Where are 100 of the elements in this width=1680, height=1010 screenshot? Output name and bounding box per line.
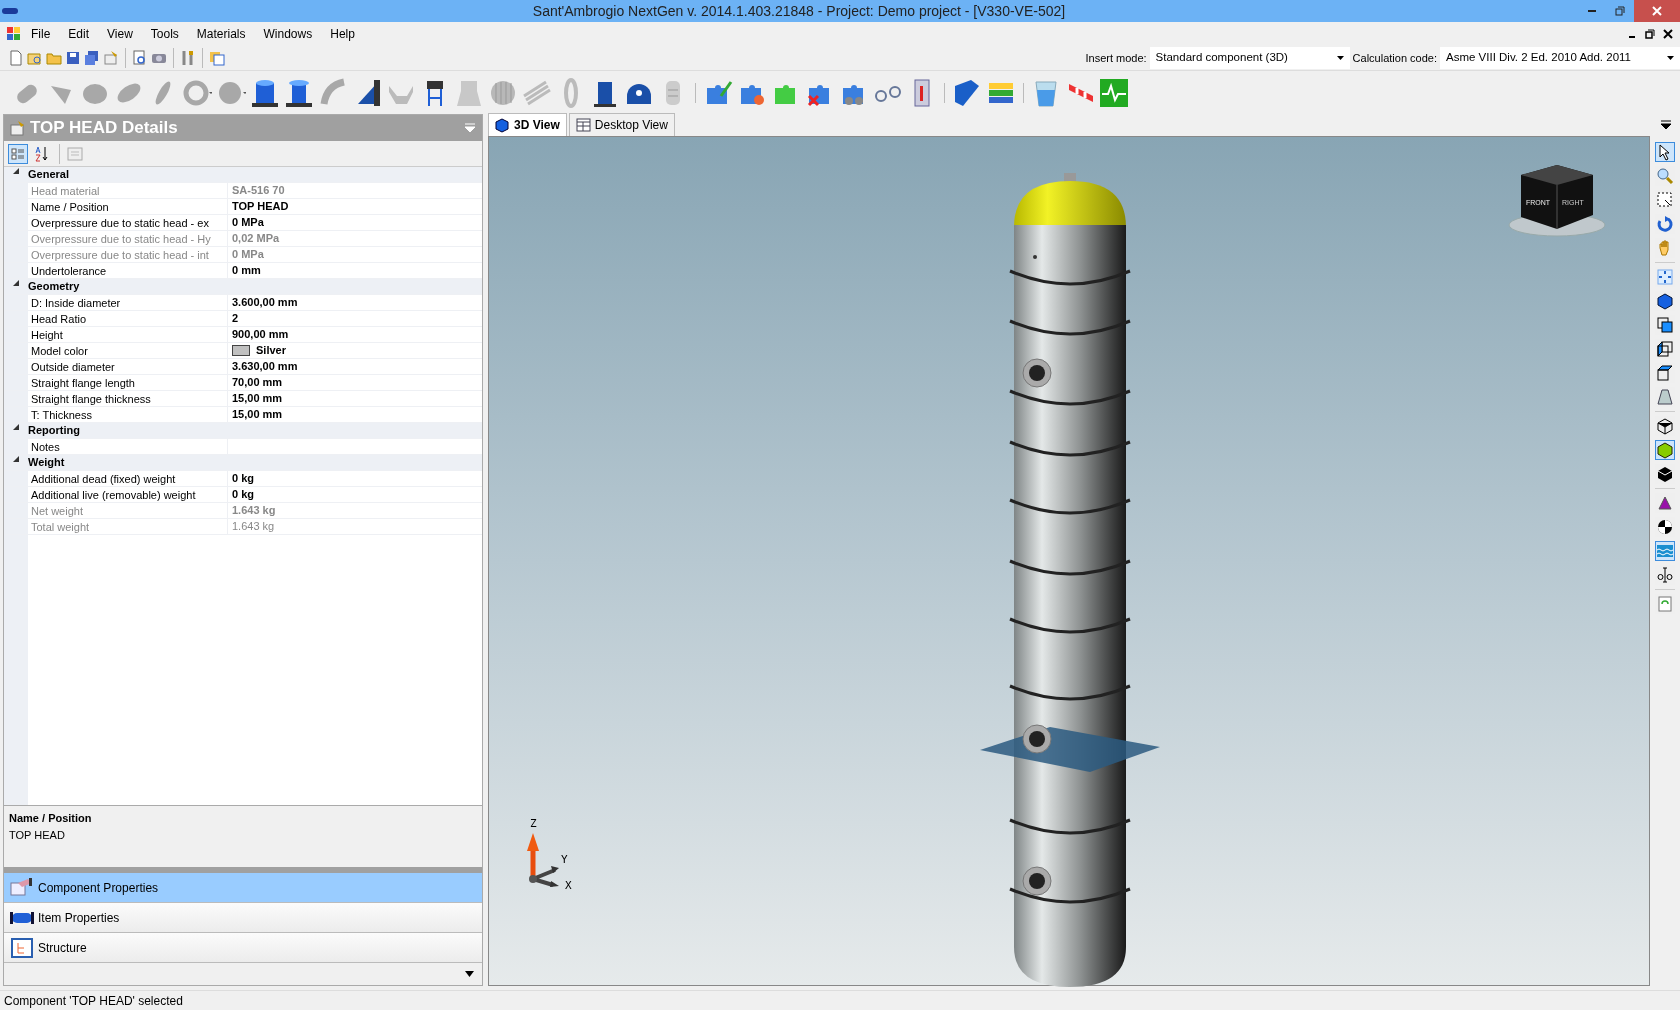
book-icon[interactable] — [952, 77, 982, 108]
close-icon[interactable] — [1662, 28, 1674, 40]
side-cube-icon — [1656, 340, 1674, 358]
collapse-triangle-icon[interactable] — [12, 454, 20, 463]
property-label: Straight flange thickness — [28, 390, 228, 407]
save-icon[interactable] — [65, 50, 81, 66]
property-value: 3.630,00 mm — [232, 359, 298, 375]
tools-icon[interactable] — [180, 50, 196, 66]
axis-label: X — [565, 879, 572, 892]
category-label: Reporting — [28, 423, 80, 439]
zoom-icon — [1656, 167, 1674, 185]
restore-icon — [1615, 6, 1625, 16]
top-cube-icon — [1656, 364, 1674, 382]
property-label: Overpressure due to static head - ex — [28, 214, 228, 231]
property-label: Notes — [28, 438, 228, 455]
shaded-cube-icon — [1656, 441, 1674, 459]
menu-item[interactable]: Edit — [59, 23, 99, 45]
side-cube-button[interactable] — [1655, 339, 1675, 359]
rotate-icon — [1656, 215, 1674, 233]
view-tab[interactable]: 3D View — [488, 113, 567, 136]
minimize-icon — [1588, 10, 1596, 12]
property-label: Overpressure due to static head - int — [28, 246, 228, 263]
property-label: T: Thickness — [28, 406, 228, 423]
insert-mode-label: Insert mode: — [1085, 50, 1147, 66]
description-text: TOP HEAD — [9, 827, 66, 843]
flanged-tank-icon[interactable] — [284, 77, 314, 108]
top-cube-button[interactable] — [1655, 363, 1675, 383]
view-tab[interactable]: Desktop View — [568, 113, 675, 136]
nav-button[interactable]: Structure — [4, 933, 482, 963]
overflow-menu-icon[interactable] — [1660, 120, 1672, 130]
cube-icon — [495, 117, 510, 133]
property-label: D: Inside diameter — [28, 294, 228, 311]
vessel-drawing[interactable] — [980, 173, 1160, 987]
solid-cube-icon — [1656, 465, 1674, 483]
property-label: Outside diameter — [28, 358, 228, 375]
collapse-triangle-icon[interactable] — [12, 422, 20, 431]
new-file-icon[interactable] — [8, 50, 24, 66]
menu-item[interactable]: Help — [321, 23, 364, 45]
category-label: Geometry — [28, 279, 80, 295]
property-value: 900,00 mm — [232, 327, 289, 343]
tank-icon[interactable] — [250, 77, 280, 108]
close-icon — [1652, 6, 1662, 16]
view-cube[interactable] — [1508, 165, 1606, 237]
menu-item[interactable]: Materials — [187, 23, 255, 45]
property-value: 0 MPa — [232, 247, 264, 263]
collapse-triangle-icon[interactable] — [12, 167, 20, 175]
property-value: 0 kg — [232, 487, 254, 503]
restore-icon[interactable] — [1644, 28, 1656, 40]
insert-mode-dropdown[interactable]: Standard component (3D) — [1149, 47, 1350, 69]
property-label: Additional live (removable) weight — [28, 486, 228, 503]
app-menu-icon — [6, 26, 22, 42]
menu-item[interactable]: File — [22, 23, 60, 45]
collapse-icon[interactable] — [464, 123, 476, 133]
perspective-icon — [1656, 388, 1674, 406]
property-label: Additional dead (fixed) weight — [28, 470, 228, 487]
property-value: 2 — [232, 311, 239, 327]
iso-cube-icon — [1656, 292, 1674, 310]
categorized-list-icon — [11, 146, 25, 161]
close-button[interactable] — [1634, 0, 1680, 22]
shaded-cube-button[interactable] — [1655, 440, 1675, 460]
front-cube-button[interactable] — [1655, 315, 1675, 335]
open-preview-icon[interactable] — [27, 50, 43, 66]
menu-item[interactable]: Tools — [141, 23, 188, 45]
save-all-icon[interactable] — [84, 50, 100, 66]
pointer-button[interactable] — [1655, 142, 1675, 162]
property-value: 1.643 kg — [232, 519, 275, 535]
property-value: 1.643 kg — [232, 503, 276, 519]
property-value: 15,00 mm — [232, 407, 283, 423]
collapse-triangle-icon[interactable] — [12, 278, 20, 287]
calculation-code-label: Calculation code: — [1352, 50, 1437, 66]
nav-button[interactable]: Component Properties — [4, 873, 482, 903]
menu-item[interactable]: View — [98, 23, 142, 45]
fit-view-button[interactable] — [1655, 267, 1675, 287]
water-icon — [1656, 542, 1674, 560]
print-preview-icon[interactable] — [132, 50, 148, 66]
front-cube-icon — [1656, 316, 1674, 334]
category-label: General — [28, 167, 69, 183]
property-value: Silver — [256, 343, 286, 359]
refresh-page-button[interactable] — [1655, 594, 1675, 614]
panel-title: TOP HEAD Details — [30, 117, 179, 140]
pulse-icon[interactable] — [1099, 77, 1129, 108]
property-label: Straight flange length — [28, 374, 228, 391]
property-label: Head Ratio — [28, 310, 228, 327]
property-value: 15,00 mm — [232, 391, 283, 407]
refresh-page-icon — [1656, 595, 1674, 613]
property-label: Total weight — [28, 518, 228, 535]
fit-view-icon — [1656, 268, 1674, 286]
overflow-arrow-icon[interactable] — [465, 971, 474, 977]
nav-button[interactable]: Item Properties — [4, 903, 482, 933]
property-value: SA-516 70 — [232, 183, 285, 199]
calculation-code-dropdown[interactable]: Asme VIII Div. 2 Ed. 2010 Add. 2011 — [1440, 47, 1680, 69]
dropdown-arrow-icon — [1336, 56, 1344, 60]
status-text: Component 'TOP HEAD' selected — [0, 990, 1680, 1010]
property-value: TOP HEAD — [232, 199, 289, 215]
property-label: Overpressure due to static head - Hy — [28, 230, 228, 247]
property-value: 0,02 MPa — [232, 231, 280, 247]
text-cursor-icon — [1656, 566, 1674, 584]
menu-item[interactable]: Windows — [254, 23, 322, 45]
dropdown-arrow-icon — [1667, 56, 1674, 60]
window-layout-icon[interactable] — [209, 50, 225, 66]
